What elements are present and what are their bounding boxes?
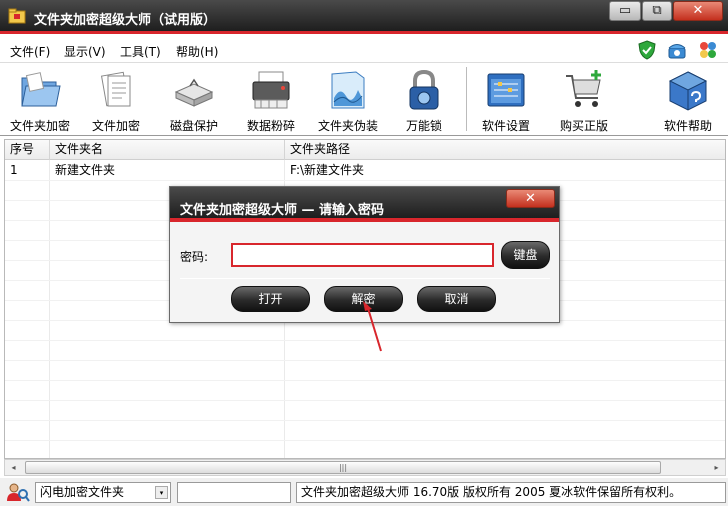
shield-check-icon[interactable] [637, 40, 657, 60]
window-title: 文件夹加密超级大师（试用版） [34, 13, 217, 28]
folder-disguise-icon [331, 71, 365, 109]
data-shred-button[interactable]: 数据粉碎 [235, 66, 307, 134]
document-icon [100, 71, 131, 107]
keyboard-button[interactable]: 键盘 [501, 241, 550, 269]
toolbar: 文件夹加密 文件加密 磁盘保护 数据粉碎 文件夹伪装 万能锁 软件设置 购买正版… [0, 63, 728, 136]
table-header: 序号 文件夹名 文件夹路径 [5, 140, 725, 160]
dialog-title-bar: 文件夹加密超级大师 — 请输入密码 ✕ [170, 187, 559, 222]
grid-line [5, 180, 725, 181]
software-help-button[interactable]: 软件帮助 [652, 66, 724, 134]
grid-line [5, 400, 725, 401]
folder-encrypt-button[interactable]: 文件夹加密 [4, 66, 76, 134]
status-copyright-text: 文件夹加密超级大师 16.70版 版权所有 2005 夏冰软件保留所有权利。 [296, 482, 726, 503]
close-button[interactable]: ✕ [673, 1, 723, 21]
encrypt-mode-select[interactable]: 闪电加密文件夹 ▾ [35, 482, 171, 503]
grid-line [5, 440, 725, 441]
menu-file[interactable]: 文件(F) [10, 43, 50, 60]
cell-index: 1 [10, 163, 18, 177]
maximize-button[interactable]: ⧉ [642, 1, 672, 21]
grid-line [5, 340, 725, 341]
table-row[interactable]: 1 新建文件夹 F:\新建文件夹 [5, 160, 725, 180]
dialog-close-button[interactable]: ✕ [506, 189, 555, 208]
disk-drive-icon [174, 78, 214, 107]
folder-icon [21, 72, 61, 107]
buy-license-button[interactable]: 购买正版 [548, 66, 620, 134]
title-bar: 文件夹加密超级大师（试用版） ▭ ⧉ ✕ [0, 0, 728, 34]
menu-bar: 文件(F) 显示(V) 工具(T) 帮助(H) [0, 37, 728, 63]
password-label: 密码: [180, 250, 209, 264]
decrypt-button[interactable]: 解密 [324, 286, 403, 312]
tool-label: 数据粉碎 [246, 119, 295, 133]
menu-tools[interactable]: 工具(T) [120, 43, 161, 60]
password-input[interactable] [231, 243, 494, 267]
menu-view[interactable]: 显示(V) [64, 43, 106, 60]
tool-label: 购买正版 [559, 119, 608, 133]
tool-label: 磁盘保护 [169, 119, 218, 133]
grid-line [5, 380, 725, 381]
telephone-icon[interactable] [667, 40, 687, 60]
cell-folder-path: F:\新建文件夹 [290, 163, 365, 177]
status-middle-panel [177, 482, 291, 503]
disk-protect-button[interactable]: 磁盘保护 [158, 66, 230, 134]
grid-line [5, 420, 725, 421]
open-button[interactable]: 打开 [231, 286, 310, 312]
tool-label: 万能锁 [405, 119, 442, 133]
password-dialog: 文件夹加密超级大师 — 请输入密码 ✕ 密码: 键盘 打开 解密 取消 [169, 186, 560, 323]
chevron-down-icon[interactable]: ▾ [155, 486, 168, 499]
dialog-divider [180, 278, 550, 279]
software-settings-button[interactable]: 软件设置 [472, 66, 540, 134]
scroll-right-arrow-icon[interactable]: ▸ [708, 460, 725, 475]
menu-help[interactable]: 帮助(H) [176, 43, 218, 60]
toolbar-separator [466, 67, 467, 131]
settings-window-icon [487, 73, 525, 107]
cancel-button[interactable]: 取消 [417, 286, 496, 312]
tool-label: 软件帮助 [663, 119, 712, 133]
encrypt-mode-value: 闪电加密文件夹 [40, 485, 125, 499]
horizontal-scrollbar[interactable]: ◂ ||| ▸ [4, 459, 726, 476]
column-header-folder-name[interactable]: 文件夹名 [50, 140, 285, 160]
padlock-icon [409, 69, 439, 110]
users-search-icon [7, 483, 30, 502]
column-header-folder-path[interactable]: 文件夹路径 [285, 140, 725, 160]
app-folder-icon [8, 8, 26, 24]
scroll-left-arrow-icon[interactable]: ◂ [5, 460, 22, 475]
scrollbar-thumb[interactable]: ||| [25, 461, 661, 474]
tool-label: 软件设置 [481, 119, 530, 133]
help-cube-icon [668, 71, 708, 111]
tool-label: 文件夹加密 [9, 119, 70, 133]
shopping-cart-icon [566, 70, 601, 107]
puzzle-icon[interactable] [698, 40, 718, 60]
column-header-index[interactable]: 序号 [5, 140, 50, 160]
minimize-button[interactable]: ▭ [609, 1, 641, 21]
grid-line [49, 160, 50, 458]
folder-disguise-button[interactable]: 文件夹伪装 [312, 66, 384, 134]
tool-label: 文件夹伪装 [317, 119, 378, 133]
file-encrypt-button[interactable]: 文件加密 [80, 66, 152, 134]
tool-label: 文件加密 [91, 119, 140, 133]
status-bar: 闪电加密文件夹 ▾ 文件夹加密超级大师 16.70版 版权所有 2005 夏冰软… [0, 478, 728, 506]
dialog-title: 文件夹加密超级大师 — 请输入密码 [180, 203, 385, 218]
grid-line [5, 360, 725, 361]
universal-lock-button[interactable]: 万能锁 [392, 66, 456, 134]
cell-folder-name: 新建文件夹 [55, 163, 116, 177]
shredder-icon [252, 71, 290, 109]
